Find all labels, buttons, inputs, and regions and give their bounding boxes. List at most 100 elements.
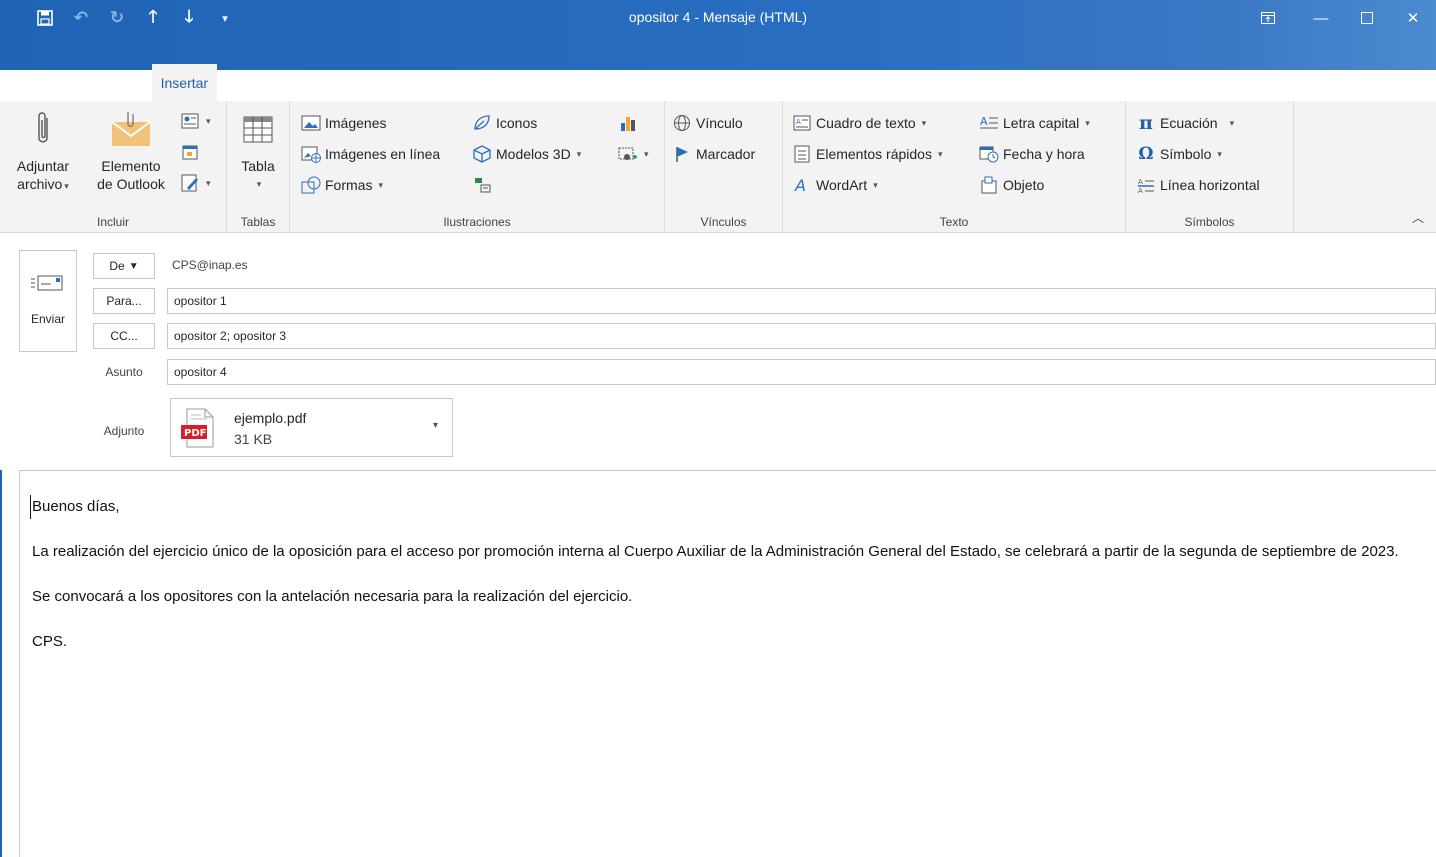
fecha-label: Fecha y hora	[1003, 146, 1085, 162]
tab-archivo[interactable]: Archivo	[16, 67, 81, 101]
tab-mensaje[interactable]: Mensaje	[81, 67, 152, 101]
collapse-ribbon-icon[interactable]: ︿	[1412, 209, 1424, 226]
screenshot-button[interactable]: ▾	[618, 142, 649, 166]
calendar-button[interactable]	[180, 140, 200, 164]
date-time-icon	[979, 144, 999, 164]
formas-button[interactable]: Formas ▾	[301, 173, 383, 197]
tab-insertar[interactable]: Insertar	[151, 64, 218, 101]
maximize-icon[interactable]	[1344, 0, 1390, 36]
ecuacion-button[interactable]: π Ecuación ▾	[1136, 111, 1234, 135]
paperclip-icon	[33, 107, 53, 151]
business-card-button[interactable]: ▾	[180, 109, 211, 133]
objeto-button[interactable]: Objeto	[979, 173, 1044, 197]
omega-icon: Ω	[1138, 144, 1154, 164]
tab-formato-texto[interactable]: Formato de texto	[294, 67, 418, 101]
attachment-item[interactable]: PDF ejemplo.pdf 31 KB ▾	[170, 398, 453, 457]
wordart-button[interactable]: A WordArt ▾	[792, 173, 878, 197]
vinculo-label: Vínculo	[696, 115, 743, 131]
cube-icon	[472, 144, 492, 164]
subject-label: Asunto	[105, 365, 143, 379]
to-button[interactable]: Para...	[93, 288, 155, 314]
redo-icon[interactable]: ↻	[102, 6, 132, 30]
fecha-hora-button[interactable]: Fecha y hora	[979, 142, 1085, 166]
shapes-icon	[301, 175, 321, 195]
arrow-down-icon[interactable]: 🡓	[174, 6, 204, 30]
letra-capital-button[interactable]: A Letra capital ▾	[979, 111, 1090, 135]
simbolo-button[interactable]: Ω Símbolo ▾	[1136, 142, 1221, 166]
imagenes-linea-button[interactable]: Imágenes en línea	[301, 142, 440, 166]
tab-ayuda[interactable]: Ayuda	[484, 67, 541, 101]
ecuacion-label: Ecuación	[1160, 115, 1218, 131]
greeting-text: Buenos días,	[30, 495, 1424, 519]
group-label-texto: Texto	[939, 215, 969, 229]
send-envelope-icon	[31, 275, 65, 294]
cuadro-texto-button[interactable]: A Cuadro de texto ▾	[792, 111, 926, 135]
elementos-label: Elementos rápidos	[816, 146, 932, 162]
iconos-button[interactable]: Iconos	[472, 111, 537, 135]
elementos-rapidos-button[interactable]: Elementos rápidos ▾	[792, 142, 942, 166]
body-paragraph-2: Se convocará a los opositores con la ant…	[32, 588, 633, 605]
cc-field[interactable]: opositor 2; opositor 3	[167, 323, 1436, 349]
svg-text:A: A	[796, 118, 801, 126]
customize-qat-icon[interactable]: ▾	[210, 6, 240, 30]
ribbon-display-options-icon[interactable]	[1238, 0, 1298, 36]
to-field[interactable]: opositor 1	[167, 288, 1436, 314]
object-icon	[979, 175, 999, 195]
message-body[interactable]: Buenos días, La realización del ejercici…	[19, 470, 1436, 857]
tab-opciones[interactable]: Opciones	[217, 67, 294, 101]
horizontal-line-icon: AA	[1136, 175, 1156, 195]
cc-button[interactable]: CC...	[93, 323, 155, 349]
adjuntar-label-2: archivo	[17, 176, 63, 192]
send-button[interactable]: Enviar	[19, 250, 77, 352]
adjuntar-label-1: Adjuntar	[16, 158, 70, 174]
save-icon[interactable]	[30, 6, 60, 30]
tabla-button[interactable]: Tabla ▾	[235, 107, 281, 193]
close-icon[interactable]: ✕	[1390, 0, 1436, 36]
from-label: De	[109, 259, 125, 273]
text-box-icon: A	[792, 113, 812, 133]
minimize-icon[interactable]: —	[1298, 0, 1344, 36]
attachment-dropdown-icon[interactable]: ▾	[433, 420, 438, 431]
window-left-accent	[0, 470, 2, 857]
imagenes-button[interactable]: Imágenes	[301, 111, 386, 135]
tab-revisar[interactable]: Revisar	[418, 67, 483, 101]
vinculo-button[interactable]: Vínculo	[672, 111, 743, 135]
svg-text:A: A	[1138, 187, 1143, 194]
attachment-name: ejemplo.pdf	[234, 410, 307, 426]
quick-access-toolbar: ↶ ↻ 🡑 🡓 ▾	[30, 6, 240, 30]
chart-button[interactable]	[618, 111, 638, 135]
formas-label: Formas	[325, 177, 373, 193]
elemento-outlook-button[interactable]: Elemento de Outlook	[86, 107, 176, 193]
attachment-size: 31 KB	[234, 431, 273, 447]
elemento-label-1: Elemento	[101, 158, 161, 174]
group-label-incluir: Incluir	[96, 215, 129, 229]
smartart-button[interactable]	[472, 173, 492, 197]
cuadro-label: Cuadro de texto	[816, 115, 916, 131]
link-globe-icon	[672, 113, 692, 133]
adjuntar-archivo-button[interactable]: Adjuntar archivo ▾	[2, 107, 84, 195]
subject-field[interactable]: opositor 4	[167, 359, 1436, 385]
linea-horizontal-button[interactable]: AA Línea horizontal	[1136, 173, 1260, 197]
signature-button[interactable]: ▾	[180, 171, 211, 195]
tell-me-box[interactable]: ¿Qué desea hacer?	[541, 67, 705, 101]
marcador-button[interactable]: Marcador	[672, 142, 755, 166]
business-card-icon	[180, 111, 200, 131]
letra-label: Letra capital	[1003, 115, 1080, 131]
modelos-3d-button[interactable]: Modelos 3D ▾	[472, 142, 581, 166]
group-label-ilustraciones: Ilustraciones	[443, 215, 511, 229]
modelos-label: Modelos 3D	[496, 146, 571, 162]
calendar-icon	[180, 142, 200, 162]
group-label-simbolos: Símbolos	[1184, 215, 1235, 229]
signature-text: CPS.	[32, 633, 68, 650]
imagenes-label: Imágenes	[325, 115, 387, 131]
tabla-label: Tabla	[241, 158, 275, 174]
undo-icon[interactable]: ↶	[66, 6, 96, 30]
from-button[interactable]: De ▼	[93, 253, 155, 279]
elemento-label-2: de Outlook	[97, 176, 165, 192]
arrow-up-icon[interactable]: 🡑	[138, 6, 168, 30]
signature-icon	[180, 173, 200, 193]
group-ilustraciones: Imágenes Imágenes en línea Formas ▾ Icono…	[290, 101, 665, 233]
chevron-down-icon: ▼	[128, 260, 139, 272]
svg-text:A: A	[794, 176, 806, 194]
smartart-icon	[472, 175, 492, 195]
